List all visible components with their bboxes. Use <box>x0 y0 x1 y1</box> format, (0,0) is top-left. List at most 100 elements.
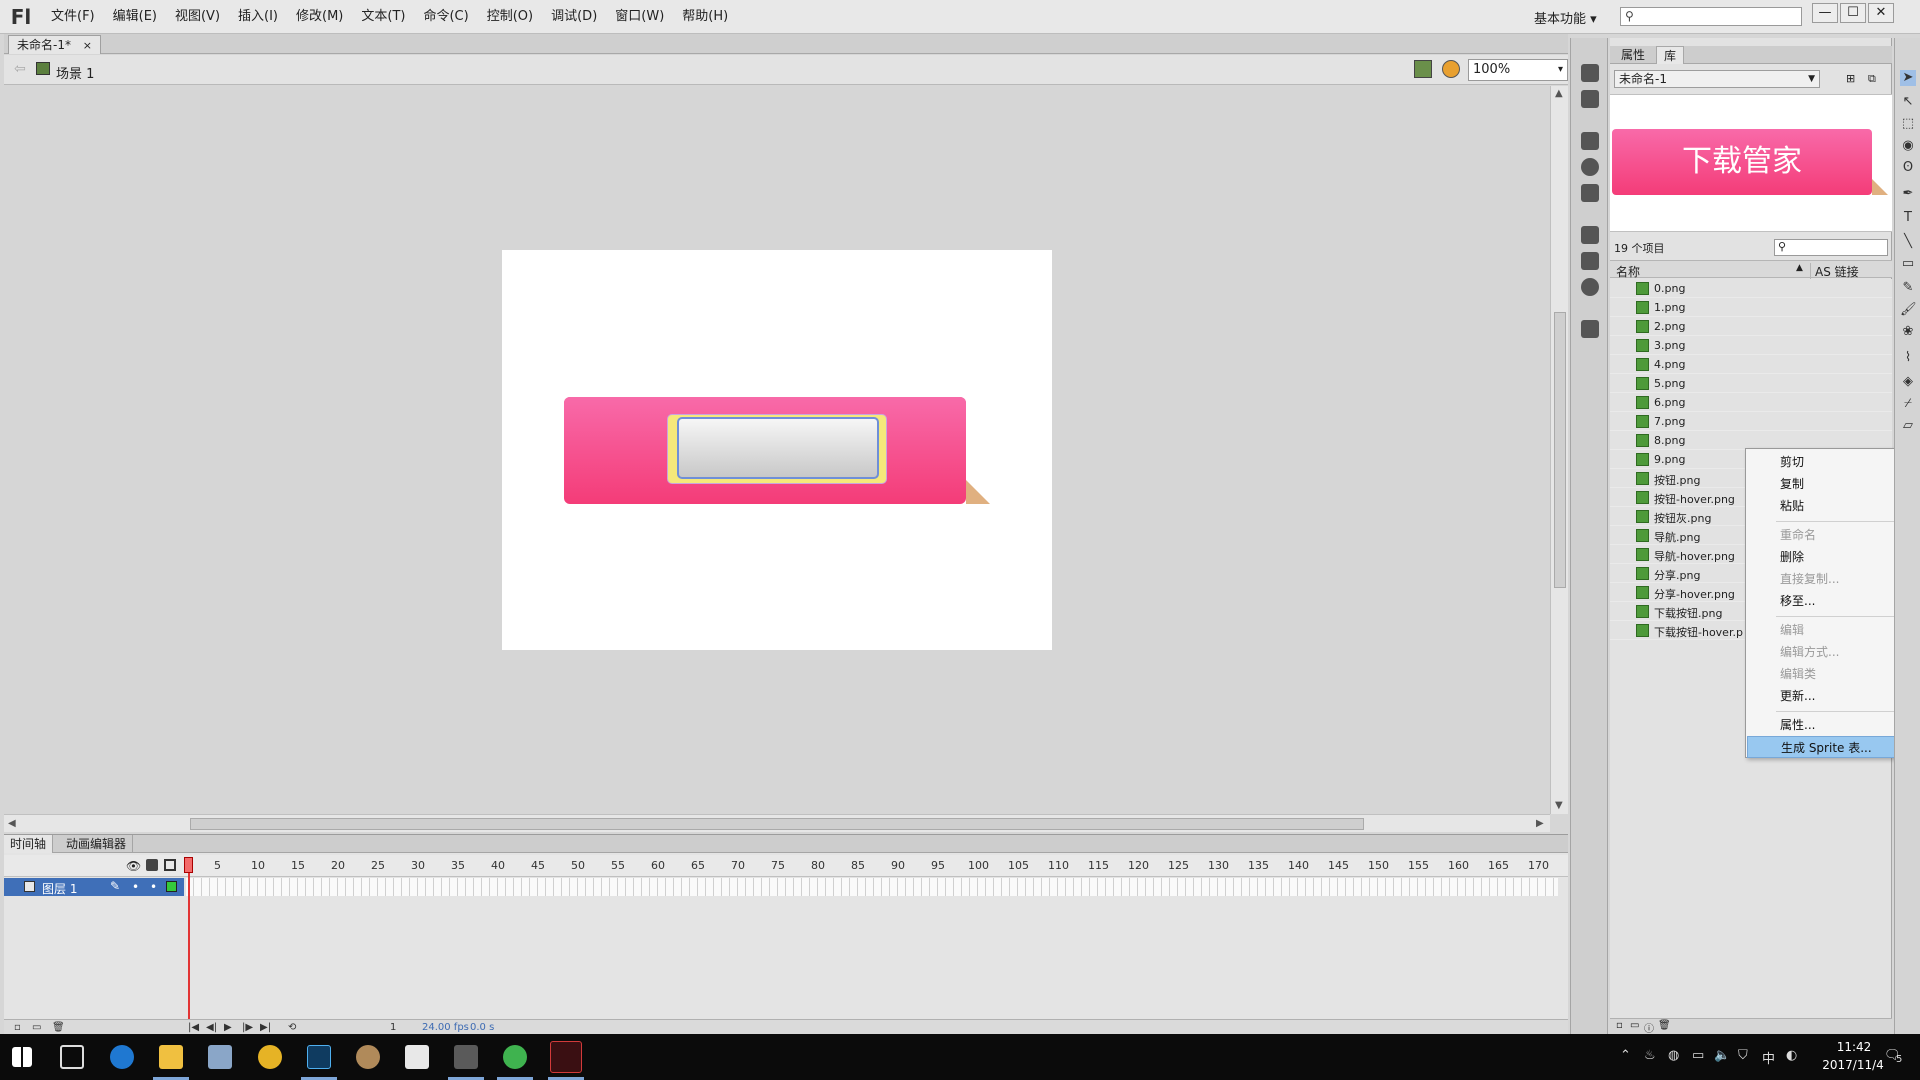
menu-commands[interactable]: 命令(C) <box>414 0 477 34</box>
frame-number[interactable]: 65 <box>691 859 705 872</box>
free-transform-tool-icon[interactable]: ⬚ <box>1900 116 1916 132</box>
eye-icon[interactable]: 👁 <box>126 859 141 873</box>
library-search-input[interactable]: ⚲ <box>1774 239 1888 256</box>
library-item[interactable]: 7.png <box>1610 412 1892 431</box>
scroll-down-icon[interactable]: ▼ <box>1555 800 1563 811</box>
frame-number[interactable]: 35 <box>451 859 465 872</box>
frame-number[interactable]: 45 <box>531 859 545 872</box>
frame-number[interactable]: 155 <box>1408 859 1429 872</box>
flash-taskbar-icon[interactable] <box>550 1041 582 1073</box>
first-frame-icon[interactable]: |◀ <box>188 1022 199 1033</box>
scroll-up-icon[interactable]: ▲ <box>1555 88 1563 99</box>
frames-row[interactable] <box>186 878 1558 896</box>
menu-item-cut[interactable]: 剪切 <box>1747 451 1916 473</box>
align-panel-icon[interactable] <box>1581 64 1599 82</box>
bone-tool-icon[interactable]: ⌇ <box>1900 350 1916 366</box>
new-library-panel-icon[interactable]: ⧉ <box>1868 72 1876 86</box>
menu-view[interactable]: 视图(V) <box>166 0 229 34</box>
frame-number[interactable]: 15 <box>291 859 305 872</box>
color-panel-icon[interactable] <box>1581 90 1599 108</box>
playhead-handle[interactable] <box>184 857 193 873</box>
library-item[interactable]: 1.png <box>1610 298 1892 317</box>
library-item[interactable]: 5.png <box>1610 374 1892 393</box>
tray-wechat-icon[interactable]: ◍ <box>1668 1048 1679 1063</box>
menu-item-move-to[interactable]: 移至... <box>1747 590 1916 612</box>
tray-expand-icon[interactable]: ⌃ <box>1620 1048 1631 1063</box>
layer-color-swatch[interactable] <box>166 881 177 892</box>
frame-number[interactable]: 120 <box>1128 859 1149 872</box>
edge-browser-icon[interactable] <box>110 1045 134 1069</box>
frame-number[interactable]: 10 <box>251 859 265 872</box>
menu-modify[interactable]: 修改(M) <box>287 0 352 34</box>
workspace-switcher[interactable]: 基本功能 ▾ <box>1534 8 1597 27</box>
windows-start-icon[interactable] <box>12 1047 32 1067</box>
frame-number[interactable]: 85 <box>851 859 865 872</box>
frame-number[interactable]: 75 <box>771 859 785 872</box>
frame-number[interactable]: 150 <box>1368 859 1389 872</box>
transform-panel-icon[interactable] <box>1581 184 1599 202</box>
tab-library[interactable]: 库 <box>1656 46 1685 64</box>
security-shield-icon[interactable]: ⛉ <box>1738 1048 1748 1063</box>
scroll-right-icon[interactable]: ▶ <box>1536 818 1544 829</box>
eraser-tool-icon[interactable]: ▱ <box>1900 418 1916 434</box>
store-app-icon[interactable] <box>208 1045 232 1069</box>
frame-number[interactable]: 160 <box>1448 859 1469 872</box>
current-frame[interactable]: 1 <box>390 1022 396 1033</box>
frame-number[interactable]: 60 <box>651 859 665 872</box>
project-panel-icon[interactable] <box>1581 320 1599 338</box>
menu-item-copy[interactable]: 复制 <box>1747 473 1916 495</box>
task-view-icon[interactable] <box>60 1045 84 1069</box>
components-panel-icon[interactable] <box>1581 252 1599 270</box>
frame-number[interactable]: 165 <box>1488 859 1509 872</box>
menu-item-update[interactable]: 更新... <box>1747 685 1916 707</box>
library-item[interactable]: 3.png <box>1610 336 1892 355</box>
lock-icon[interactable] <box>146 859 158 871</box>
close-button[interactable]: ✕ <box>1868 3 1894 23</box>
selection-tool-icon[interactable]: ➤ <box>1900 70 1916 86</box>
chrome-icon[interactable] <box>258 1045 282 1069</box>
zoom-select[interactable]: 100% ▾ <box>1468 59 1568 81</box>
tab-properties[interactable]: 属性 <box>1614 46 1652 64</box>
selected-button-graphic[interactable] <box>677 417 879 479</box>
notepad-icon[interactable] <box>405 1045 429 1069</box>
maximize-button[interactable]: ☐ <box>1840 3 1866 23</box>
pen-tool-icon[interactable]: ✒ <box>1900 186 1916 202</box>
ime-mode-icon[interactable]: ◐ <box>1786 1048 1797 1063</box>
tab-motion-editor[interactable]: 动画编辑器 <box>60 835 134 853</box>
menu-text[interactable]: 文本(T) <box>352 0 414 34</box>
sort-ascending-icon[interactable]: ▲ <box>1796 263 1803 273</box>
pin-library-icon[interactable]: ⊞ <box>1846 72 1855 85</box>
back-arrow-icon[interactable]: ⇦ <box>14 61 26 77</box>
library-item[interactable]: 0.png <box>1610 279 1892 298</box>
menu-item-paste[interactable]: 粘贴 <box>1747 495 1916 517</box>
menu-debug[interactable]: 调试(D) <box>542 0 606 34</box>
frame-number[interactable]: 145 <box>1328 859 1349 872</box>
3d-rotation-tool-icon[interactable]: ◉ <box>1900 138 1916 154</box>
text-tool-icon[interactable]: T <box>1900 210 1916 226</box>
frame-number[interactable]: 125 <box>1168 859 1189 872</box>
close-icon[interactable]: × <box>83 39 92 52</box>
frame-number[interactable]: 130 <box>1208 859 1229 872</box>
scene-label[interactable]: 场景 1 <box>56 63 94 82</box>
photoshop-icon[interactable] <box>307 1045 331 1069</box>
last-frame-icon[interactable]: ▶| <box>260 1022 271 1033</box>
menu-insert[interactable]: 插入(I) <box>229 0 287 34</box>
next-frame-icon[interactable]: |▶ <box>242 1022 253 1033</box>
tab-timeline[interactable]: 时间轴 <box>4 835 54 853</box>
menu-window[interactable]: 窗口(W) <box>606 0 673 34</box>
frame-number[interactable]: 110 <box>1048 859 1069 872</box>
frame-number[interactable]: 90 <box>891 859 905 872</box>
frame-number[interactable]: 170 <box>1528 859 1549 872</box>
layer-name[interactable]: 图层 1 <box>42 880 77 897</box>
network-icon[interactable]: ▭ <box>1692 1048 1704 1063</box>
volume-icon[interactable]: 🔈 <box>1714 1048 1730 1063</box>
library-document-select[interactable]: 未命名-1 ▼ <box>1614 70 1820 88</box>
vertical-scroll-thumb[interactable] <box>1554 312 1566 588</box>
menu-item-generate-sprite-sheet[interactable]: 生成 Sprite 表... <box>1747 736 1916 758</box>
menu-file[interactable]: 文件(F) <box>42 0 104 34</box>
new-layer-icon[interactable]: ▫ <box>14 1022 21 1033</box>
scroll-left-icon[interactable]: ◀ <box>8 818 16 829</box>
layer-row[interactable]: 图层 1 ✎ • • <box>4 878 184 896</box>
frame-number[interactable]: 20 <box>331 859 345 872</box>
frame-number[interactable]: 40 <box>491 859 505 872</box>
